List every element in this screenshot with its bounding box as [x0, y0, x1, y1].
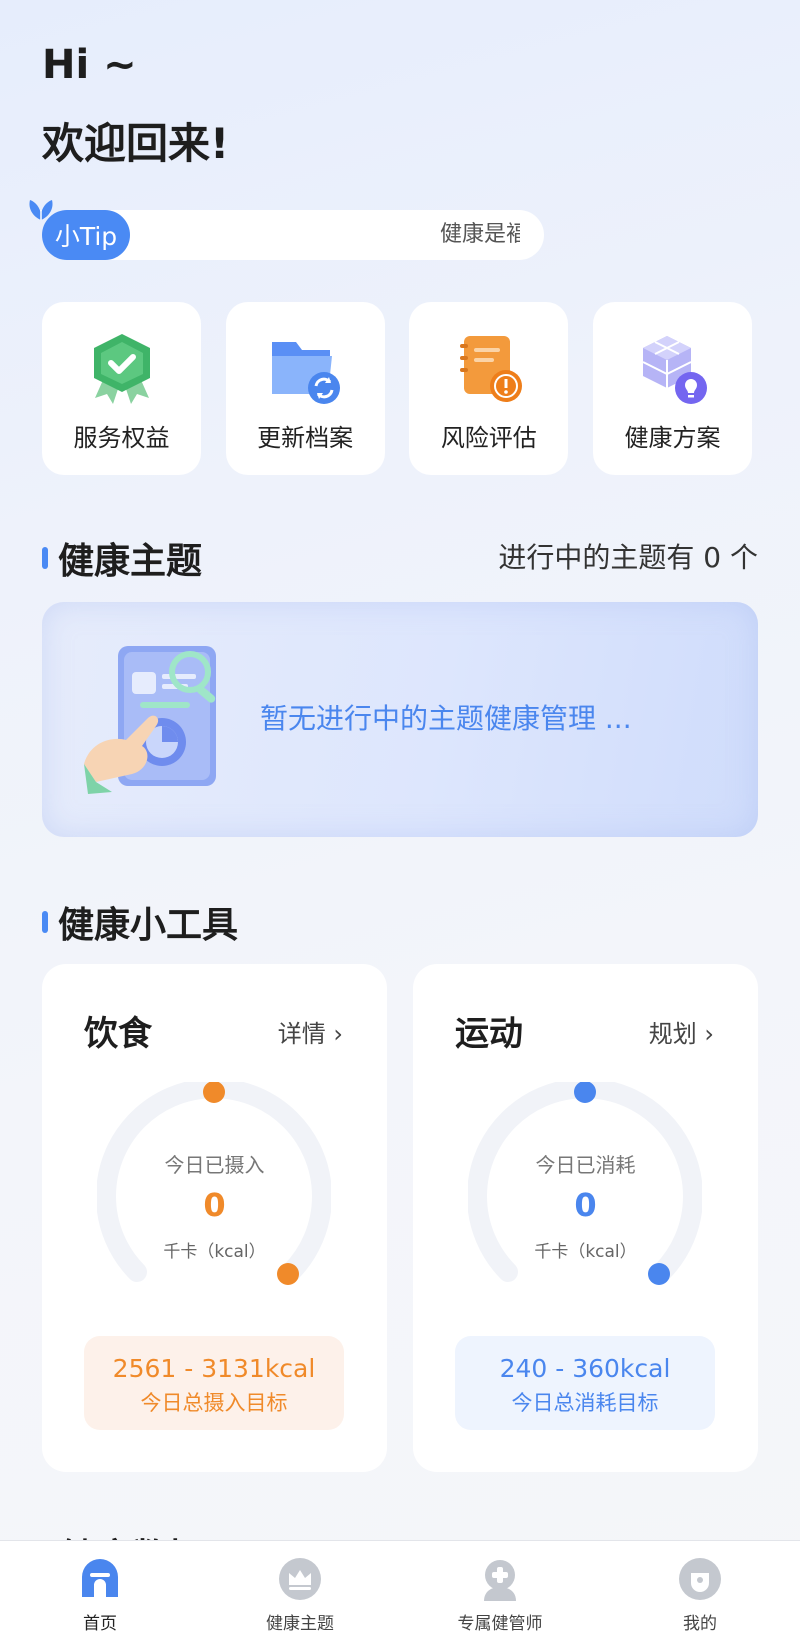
health-topics-header: 健康主题	[42, 532, 202, 584]
doctor-icon	[484, 1560, 516, 1601]
diet-target: 2561 - 3131kcal 今日总摄入目标	[84, 1336, 344, 1430]
tab-label: 首页	[83, 1614, 117, 1634]
diet-target-value: 2561 - 3131kcal	[112, 1354, 316, 1383]
exercise-title: 运动	[455, 1014, 523, 1054]
profile-icon	[679, 1558, 721, 1600]
tab-mine[interactable]: 我的	[600, 1541, 800, 1645]
tab-label: 健康主题	[266, 1614, 334, 1634]
greeting-welcome: 欢迎回来!	[42, 119, 230, 168]
quick-action-service[interactable]: 服务权益	[42, 302, 201, 475]
exercise-gauge-value: 0	[574, 1186, 597, 1224]
health-topics-title: 健康主题	[58, 541, 203, 582]
quick-action-update-profile[interactable]: 更新档案	[225, 302, 385, 475]
quick-action-label: 风险评估	[440, 424, 537, 452]
service-badge-icon	[93, 334, 150, 404]
plan-cube-icon	[643, 336, 708, 404]
diet-gauge-caption: 今日已摄入	[164, 1153, 265, 1177]
diet-gauge-unit: 千卡（kcal）	[163, 1242, 266, 1262]
tablet-hand-illustration	[84, 646, 216, 794]
tools-header: 健康小工具	[42, 896, 238, 948]
tab-home[interactable]: 首页	[0, 1541, 200, 1645]
risk-notebook-icon	[459, 336, 522, 402]
exercise-plan-link[interactable]: 规划 ›	[649, 1014, 714, 1049]
tip-bar[interactable]: 小Tip 健康是褔	[29, 200, 544, 260]
diet-card[interactable]: 饮食 详情 › 今日已摄入 0 千卡（kcal） 2561 - 3131kcal…	[42, 964, 387, 1472]
diet-target-caption: 今日总摄入目标	[140, 1391, 288, 1415]
home-icon	[82, 1559, 118, 1597]
tip-badge: 小Tip	[42, 210, 130, 260]
exercise-gauge-caption: 今日已消耗	[535, 1153, 636, 1177]
health-topics-empty-text: 暂无进行中的主题健康管理 ...	[260, 702, 632, 735]
greeting-hi: Hi ~	[42, 42, 137, 88]
health-topics-status[interactable]: 进行中的主题有 0 个	[498, 536, 758, 576]
folder-refresh-icon	[272, 342, 341, 404]
section-marker	[42, 547, 48, 569]
diet-details-link[interactable]: 详情 ›	[278, 1014, 343, 1049]
quick-action-label: 服务权益	[73, 424, 170, 452]
crown-icon	[279, 1558, 321, 1600]
quick-action-label: 健康方案	[624, 424, 721, 452]
exercise-target: 240 - 360kcal 今日总消耗目标	[455, 1336, 715, 1430]
bottom-tabbar: 首页 健康主题 专属健管师 我的	[0, 1540, 800, 1645]
quick-actions: 服务权益 更新档案 风险评估 健康方案	[42, 302, 752, 475]
quick-action-risk[interactable]: 风险评估	[409, 302, 569, 475]
exercise-target-caption: 今日总消耗目标	[511, 1391, 659, 1415]
tools-title: 健康小工具	[58, 905, 239, 946]
health-topics-empty-banner[interactable]: 暂无进行中的主题健康管理 ...	[42, 602, 758, 837]
tip-marquee-text: 健康是褔	[440, 222, 520, 247]
tab-health-manager[interactable]: 专属健管师	[400, 1541, 600, 1645]
quick-action-plan[interactable]: 健康方案	[592, 302, 752, 475]
tab-label: 专属健管师	[457, 1614, 543, 1634]
exercise-card[interactable]: 运动 规划 › 今日已消耗 0 千卡（kcal） 240 - 360kcal 今…	[413, 964, 758, 1472]
tab-label: 我的	[683, 1614, 717, 1634]
section-marker	[42, 911, 48, 933]
exercise-gauge-unit: 千卡（kcal）	[534, 1242, 637, 1262]
quick-action-label: 更新档案	[257, 424, 354, 452]
tab-health-topics[interactable]: 健康主题	[200, 1541, 400, 1645]
diet-gauge-value: 0	[203, 1186, 226, 1224]
diet-title: 饮食	[84, 1014, 152, 1054]
exercise-target-value: 240 - 360kcal	[499, 1354, 671, 1383]
